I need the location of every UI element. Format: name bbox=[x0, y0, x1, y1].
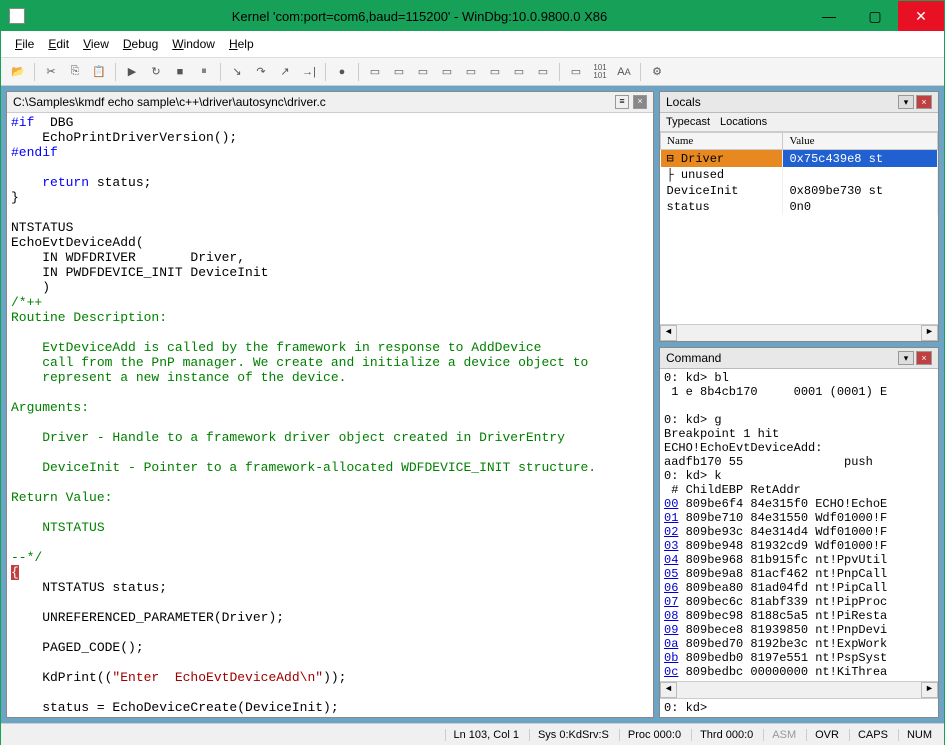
toolbar: 📂 ✂ ⎘ 📋 ▶ ↻ ■ ⏸ ↘ ↷ ↗ →| ● ▭ ▭ ▭ ▭ ▭ ▭ ▭… bbox=[1, 58, 944, 86]
paste-icon[interactable]: 📋 bbox=[88, 61, 110, 83]
menu-debug[interactable]: Debug bbox=[117, 35, 164, 53]
step-out-icon[interactable]: ↗ bbox=[274, 61, 296, 83]
stack-frame-link[interactable]: 04 bbox=[664, 553, 678, 567]
stack-frame-link[interactable]: 0b bbox=[664, 651, 678, 665]
stack-frame-link[interactable]: 00 bbox=[664, 497, 678, 511]
stack-frame-link[interactable]: 02 bbox=[664, 525, 678, 539]
source-body[interactable]: #if DBG EchoPrintDriverVersion(); #endif… bbox=[7, 113, 653, 717]
command-pane: Command ▾ × 0: kd> bl 1 e 8b4cb170 0001 … bbox=[659, 347, 939, 718]
font-icon[interactable]: AA bbox=[613, 61, 635, 83]
status-ovr: OVR bbox=[806, 729, 847, 741]
source-menu-icon[interactable]: ≡ bbox=[615, 95, 629, 109]
locals-title: Locals bbox=[666, 95, 701, 109]
statusbar: Ln 103, Col 1 Sys 0:KdSrv:S Proc 000:0 T… bbox=[1, 723, 944, 745]
source-path: C:\Samples\kmdf echo sample\c++\driver\a… bbox=[13, 95, 326, 109]
status-caps: CAPS bbox=[849, 729, 896, 741]
disasm-window-icon[interactable]: ▭ bbox=[508, 61, 530, 83]
stack-frame-link[interactable]: 08 bbox=[664, 609, 678, 623]
stack-frame-link[interactable]: 0c bbox=[664, 665, 678, 679]
window-title: Kernel 'com:port=com6,baud=115200' - Win… bbox=[33, 9, 806, 24]
command-hscroll[interactable]: ◄► bbox=[660, 681, 938, 698]
stack-frame-link[interactable]: 03 bbox=[664, 539, 678, 553]
locals-row[interactable]: ⊟ Driver0x75c439e8 st bbox=[661, 150, 938, 168]
locals-col-value[interactable]: Value bbox=[783, 133, 938, 150]
close-button[interactable]: ✕ bbox=[898, 1, 944, 31]
step-into-icon[interactable]: ↘ bbox=[226, 61, 248, 83]
stack-frame-link[interactable]: 07 bbox=[664, 595, 678, 609]
locals-tab-typecast[interactable]: Typecast bbox=[666, 116, 710, 128]
command-menu-icon[interactable]: ▾ bbox=[898, 351, 914, 365]
menubar: File Edit View Debug Window Help bbox=[1, 31, 944, 58]
workspace: C:\Samples\kmdf echo sample\c++\driver\a… bbox=[1, 86, 944, 723]
command-input[interactable] bbox=[714, 701, 934, 715]
options-icon[interactable]: ⚙ bbox=[646, 61, 668, 83]
locals-hscroll[interactable]: ◄► bbox=[660, 324, 938, 341]
scratch-window-icon[interactable]: ▭ bbox=[532, 61, 554, 83]
locals-menu-icon[interactable]: ▾ bbox=[898, 95, 914, 109]
app-icon bbox=[9, 8, 25, 24]
status-asm: ASM bbox=[763, 729, 804, 741]
source-close-icon[interactable]: × bbox=[633, 95, 647, 109]
stack-frame-link[interactable]: 0a bbox=[664, 637, 678, 651]
locals-table[interactable]: NameValue ⊟ Driver0x75c439e8 st├ unused … bbox=[660, 132, 938, 324]
menu-help[interactable]: Help bbox=[223, 35, 260, 53]
status-num: NUM bbox=[898, 729, 940, 741]
status-thrd: Thrd 000:0 bbox=[691, 729, 761, 741]
command-window-icon[interactable]: ▭ bbox=[364, 61, 386, 83]
status-proc: Proc 000:0 bbox=[619, 729, 689, 741]
locals-window-icon[interactable]: ▭ bbox=[412, 61, 434, 83]
locals-row[interactable]: status0n0 bbox=[661, 199, 938, 215]
status-sys: Sys 0:KdSrv:S bbox=[529, 729, 617, 741]
source-pane: C:\Samples\kmdf echo sample\c++\driver\a… bbox=[6, 91, 654, 718]
stack-frame-link[interactable]: 09 bbox=[664, 623, 678, 637]
locals-row[interactable]: ├ unused bbox=[661, 167, 938, 183]
command-prompt: 0: kd> bbox=[664, 701, 707, 715]
registers-window-icon[interactable]: ▭ bbox=[436, 61, 458, 83]
stop-icon[interactable]: ■ bbox=[169, 61, 191, 83]
break-icon[interactable]: ⏸ bbox=[193, 61, 215, 83]
stack-frame-link[interactable]: 01 bbox=[664, 511, 678, 525]
binary-icon[interactable]: 101101 bbox=[589, 61, 611, 83]
menu-view[interactable]: View bbox=[77, 35, 115, 53]
restart-icon[interactable]: ↻ bbox=[145, 61, 167, 83]
stack-frame-link[interactable]: 05 bbox=[664, 567, 678, 581]
menu-file[interactable]: File bbox=[9, 35, 40, 53]
locals-row[interactable]: DeviceInit0x809be730 st bbox=[661, 183, 938, 199]
cut-icon[interactable]: ✂ bbox=[40, 61, 62, 83]
command-title: Command bbox=[666, 351, 721, 365]
maximize-button[interactable]: ▢ bbox=[852, 1, 898, 31]
watch-window-icon[interactable]: ▭ bbox=[388, 61, 410, 83]
command-output[interactable]: 0: kd> bl 1 e 8b4cb170 0001 (0001) E 0: … bbox=[660, 369, 938, 681]
source-mode-icon[interactable]: ▭ bbox=[565, 61, 587, 83]
callstack-window-icon[interactable]: ▭ bbox=[484, 61, 506, 83]
open-icon[interactable]: 📂 bbox=[7, 61, 29, 83]
go-icon[interactable]: ▶ bbox=[121, 61, 143, 83]
status-lncol: Ln 103, Col 1 bbox=[445, 729, 527, 741]
run-to-cursor-icon[interactable]: →| bbox=[298, 61, 320, 83]
stack-frame-link[interactable]: 06 bbox=[664, 581, 678, 595]
locals-col-name[interactable]: Name bbox=[661, 133, 783, 150]
menu-edit[interactable]: Edit bbox=[42, 35, 75, 53]
locals-close-icon[interactable]: × bbox=[916, 95, 932, 109]
copy-icon[interactable]: ⎘ bbox=[64, 61, 86, 83]
breakpoint-icon[interactable]: ● bbox=[331, 61, 353, 83]
command-close-icon[interactable]: × bbox=[916, 351, 932, 365]
titlebar: Kernel 'com:port=com6,baud=115200' - Win… bbox=[1, 1, 944, 31]
locals-pane: Locals ▾ × Typecast Locations NameValue … bbox=[659, 91, 939, 342]
memory-window-icon[interactable]: ▭ bbox=[460, 61, 482, 83]
locals-tab-locations[interactable]: Locations bbox=[720, 116, 767, 128]
step-over-icon[interactable]: ↷ bbox=[250, 61, 272, 83]
menu-window[interactable]: Window bbox=[166, 35, 221, 53]
minimize-button[interactable]: — bbox=[806, 1, 852, 31]
